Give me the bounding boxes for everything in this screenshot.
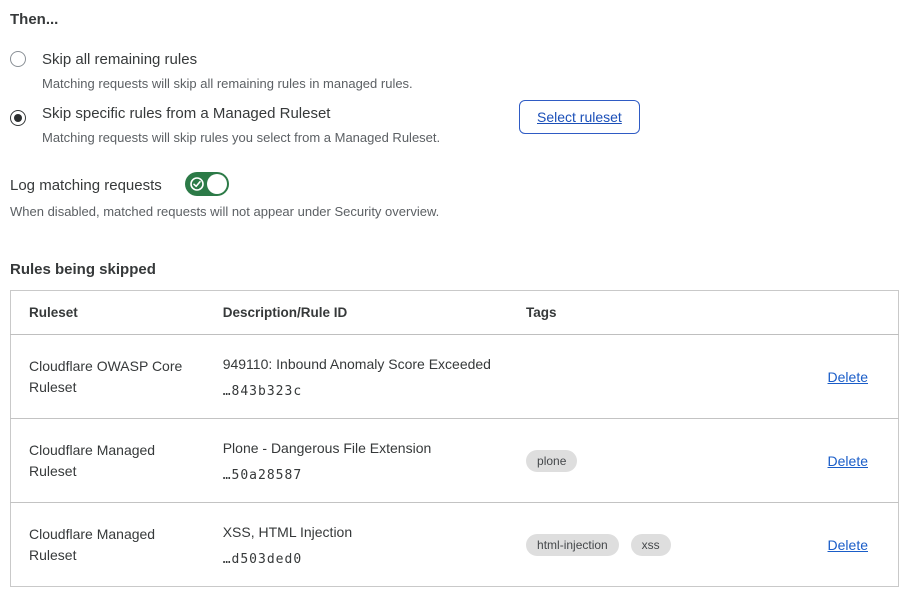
- waf-skip-rule-panel: Then... Skip all remaining rules Matchin…: [0, 0, 911, 614]
- tags-cell: html-injection xss: [508, 503, 740, 587]
- action-cell: Delete: [740, 419, 898, 503]
- tag-pill: plone: [526, 450, 577, 472]
- delete-link[interactable]: Delete: [828, 369, 868, 385]
- ruleset-cell: Cloudflare Managed Ruleset: [11, 419, 205, 503]
- skipped-rules-table: Ruleset Description/Rule ID Tags Cloudfl…: [10, 290, 899, 587]
- rule-id: …d503ded0: [223, 552, 494, 567]
- delete-link[interactable]: Delete: [828, 537, 868, 553]
- toggle-knob[interactable]: [207, 174, 227, 194]
- description-cell: Plone - Dangerous File Extension …50a285…: [205, 419, 508, 503]
- tags-cell: plone: [508, 419, 740, 503]
- ruleset-cell: Cloudflare OWASP Core Ruleset: [11, 335, 205, 419]
- column-header-ruleset: Ruleset: [11, 291, 205, 335]
- log-matching-requests-toggle[interactable]: [185, 172, 229, 196]
- column-header-tags: Tags: [508, 291, 740, 335]
- log-matching-requests-label: Log matching requests: [10, 176, 162, 196]
- select-ruleset-button[interactable]: Select ruleset: [519, 100, 640, 134]
- column-header-actions: [740, 291, 898, 335]
- rule-id: …843b323c: [223, 384, 494, 399]
- table-header-row: Ruleset Description/Rule ID Tags: [11, 291, 899, 335]
- check-circle-icon: [190, 177, 204, 191]
- action-cell: Delete: [740, 503, 898, 587]
- tags-cell: [508, 335, 740, 419]
- tag-pill: html-injection: [526, 534, 619, 556]
- tag-pill: xss: [631, 534, 671, 556]
- action-cell: Delete: [740, 335, 898, 419]
- rule-description: Plone - Dangerous File Extension: [223, 439, 494, 457]
- rules-being-skipped-heading: Rules being skipped: [10, 261, 156, 278]
- skip-specific-rules-label[interactable]: Skip specific rules from a Managed Rules…: [42, 104, 330, 124]
- radio-skip-specific-rules[interactable]: [10, 110, 26, 126]
- column-header-description-rule-id: Description/Rule ID: [205, 291, 508, 335]
- description-cell: 949110: Inbound Anomaly Score Exceeded ……: [205, 335, 508, 419]
- table-row: Cloudflare Managed Ruleset XSS, HTML Inj…: [11, 503, 899, 587]
- skip-all-rules-label[interactable]: Skip all remaining rules: [42, 50, 197, 70]
- rule-description: 949110: Inbound Anomaly Score Exceeded: [223, 355, 494, 373]
- ruleset-cell: Cloudflare Managed Ruleset: [11, 503, 205, 587]
- skip-specific-rules-description: Matching requests will skip rules you se…: [42, 129, 440, 146]
- rule-id: …50a28587: [223, 468, 494, 483]
- table-row: Cloudflare OWASP Core Ruleset 949110: In…: [11, 335, 899, 419]
- description-cell: XSS, HTML Injection …d503ded0: [205, 503, 508, 587]
- then-heading: Then...: [10, 11, 58, 28]
- table-row: Cloudflare Managed Ruleset Plone - Dange…: [11, 419, 899, 503]
- skip-all-rules-description: Matching requests will skip all remainin…: [42, 75, 413, 92]
- delete-link[interactable]: Delete: [828, 453, 868, 469]
- log-matching-requests-description: When disabled, matched requests will not…: [10, 203, 439, 220]
- radio-skip-all-rules[interactable]: [10, 51, 26, 67]
- rule-description: XSS, HTML Injection: [223, 523, 494, 541]
